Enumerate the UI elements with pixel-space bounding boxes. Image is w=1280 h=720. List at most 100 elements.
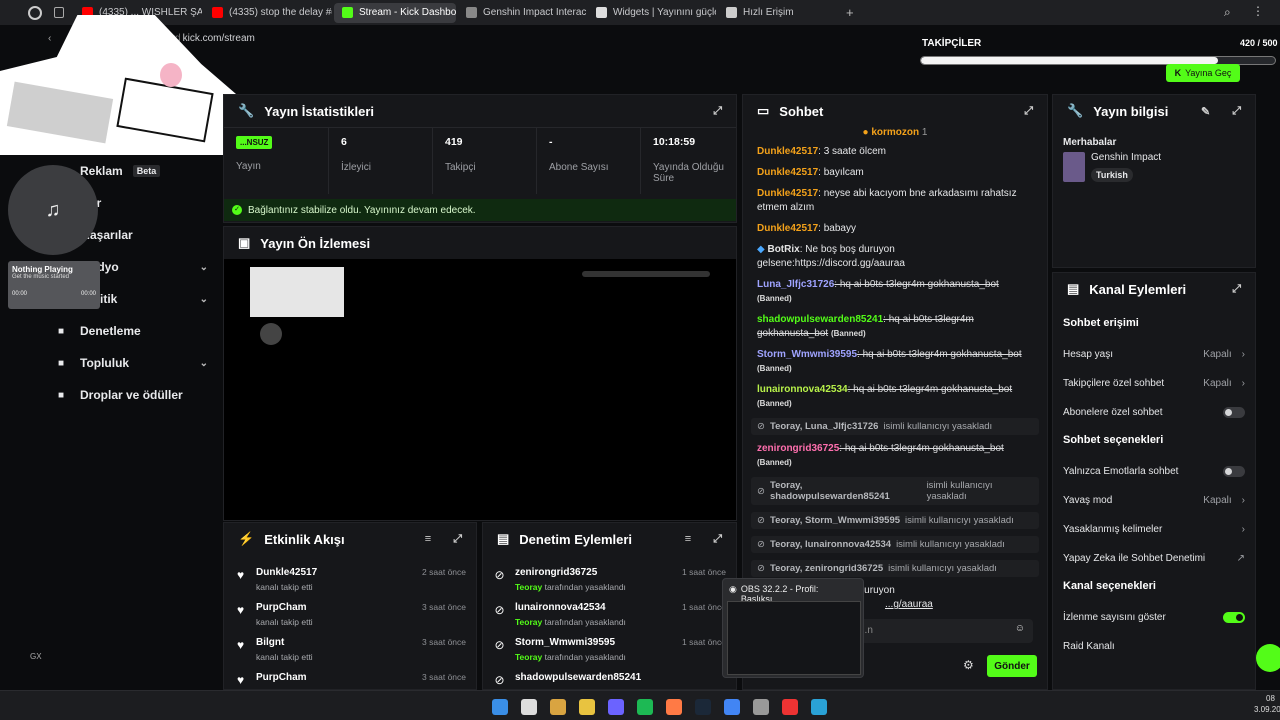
chat-message[interactable]: Dunkle42517: babayy <box>743 222 1047 236</box>
moderation-item[interactable]: ⊘ Storm_Wmwmi39595 Teoray tarafından yasak… <box>493 637 726 671</box>
option-toggle[interactable] <box>1223 611 1245 623</box>
category-name[interactable]: Genshin Impact <box>1091 152 1161 163</box>
taskbar-app-icon[interactable] <box>521 699 537 715</box>
channel-option-row[interactable]: İzlenme sayısını göster <box>1063 606 1245 628</box>
chat-message[interactable]: Storm_Wmwmi39595: hq ai b0ts t3legr4m go… <box>743 348 1047 376</box>
chat-username[interactable]: Dunkle42517 <box>757 223 818 234</box>
sidebar-item[interactable]: ■ Denetleme <box>58 324 208 338</box>
expand-icon[interactable]: ⤢ <box>1232 105 1241 118</box>
browser-tab[interactable]: (4335) stop the delay #ga <box>204 3 332 23</box>
taskbar-app-icon[interactable] <box>695 699 711 715</box>
moderation-item[interactable]: ⊘ shadowpulsewarden85241 <box>493 672 726 689</box>
channel-option-row[interactable]: Abonelere özel sohbet <box>1063 401 1245 423</box>
music-disc-icon[interactable]: ♫ <box>8 165 98 255</box>
chevron-right-icon[interactable]: › <box>1242 495 1245 506</box>
chevron-down-icon[interactable]: ⌄ <box>200 294 208 305</box>
browser-tab[interactable]: Widgets | Yayınını güçlend <box>588 3 716 23</box>
activity-item[interactable]: ♥ Bilgnt kanalı takip etti 3 saat önce <box>234 637 466 671</box>
taskbar-app-icon[interactable] <box>550 699 566 715</box>
expand-icon[interactable]: ⤢ <box>713 105 722 118</box>
option-toggle[interactable] <box>1223 465 1245 477</box>
taskbar-app-icon[interactable] <box>666 699 682 715</box>
chat-username[interactable]: shadowpulsewarden85241 <box>757 314 883 325</box>
chat-settings-icon[interactable]: ⚙ <box>963 658 974 672</box>
chat-message[interactable]: Dunkle42517: bayılcam <box>743 166 1047 180</box>
new-tab-icon[interactable]: + <box>846 5 854 20</box>
chat-username[interactable]: Luna_Jlfjc31726 <box>757 279 834 290</box>
chat-message[interactable]: Luna_Jlfjc31726: hq ai b0ts t3legr4m gok… <box>743 278 1047 306</box>
channel-option-row[interactable]: Raid Kanalı <box>1063 635 1245 657</box>
taskbar-app-icon[interactable] <box>637 699 653 715</box>
support-button[interactable] <box>1256 644 1280 672</box>
chevron-right-icon[interactable]: › <box>1242 378 1245 389</box>
chat-username[interactable]: zenirongrid36725 <box>757 443 839 454</box>
chat-message[interactable]: zenirongrid36725: hq ai b0ts t3legr4m go… <box>743 442 1047 470</box>
chat-username[interactable]: Storm_Wmwmi39595 <box>757 349 857 360</box>
heart-icon: ♥ <box>236 638 245 652</box>
expand-icon[interactable]: ⤢ <box>1232 283 1241 296</box>
chat-username[interactable]: Dunkle42517 <box>757 188 818 199</box>
url-host: kick.com/stream <box>182 32 255 44</box>
taskbar-app-icon[interactable] <box>579 699 595 715</box>
expand-icon[interactable]: ⤢ <box>453 533 462 546</box>
chevron-right-icon[interactable]: › <box>1242 349 1245 360</box>
activity-item[interactable]: ♥ PurpCham kanalı takip etti 3 saat önce <box>234 602 466 636</box>
chat-message[interactable]: shadowpulsewarden85241: hq ai b0ts t3leg… <box>743 313 1047 341</box>
option-value-wrap: Kapalı › <box>1203 378 1245 389</box>
chat-message[interactable]: Dunkle42517: 3 saate ölcem <box>743 145 1047 159</box>
chat-input[interactable]: ...n ☺ <box>851 619 1033 643</box>
search-icon[interactable]: ⌕ <box>1224 5 1231 20</box>
obs-taskbar-preview[interactable]: ◉ OBS 32.2.2 - Profil: Başlıksı... <box>722 578 864 678</box>
chat-message[interactable]: ◆ BotRix: Ne boş boş duruyon gelsene:htt… <box>743 243 1047 271</box>
moderation-item[interactable]: ⊘ zenirongrid36725 Teoray tarafından yasak… <box>493 567 726 601</box>
sidebar-item[interactable]: ■ Droplar ve ödüller <box>58 388 208 402</box>
chat-message[interactable]: Dunkle42517: neyse abi kacıyom bne arkad… <box>743 187 1047 215</box>
taskbar-app-icon[interactable] <box>608 699 624 715</box>
activity-desc: kanalı takip etti <box>256 652 313 662</box>
chat-message[interactable]: lunaironnova42534: hq ai b0ts t3legr4m g… <box>743 383 1047 411</box>
edit-icon[interactable]: ✎ <box>1201 105 1210 118</box>
filter-icon[interactable]: ≡ <box>685 533 691 545</box>
send-button[interactable]: Gönder <box>987 655 1037 677</box>
expand-icon[interactable]: ⤢ <box>713 533 722 546</box>
channel-option-row[interactable]: Yapay Zeka ile Sohbet Denetimi ↗ <box>1063 547 1245 569</box>
taskbar-app-icon[interactable] <box>724 699 740 715</box>
chevron-down-icon[interactable]: ⌄ <box>200 358 208 369</box>
emoji-icon[interactable]: ☺ <box>1015 623 1025 634</box>
chevron-down-icon[interactable]: ⌄ <box>200 262 208 273</box>
sidebar-item[interactable]: ■ Topluluk ⌄ <box>58 356 208 370</box>
taskbar-app-icon[interactable] <box>811 699 827 715</box>
browser-tab[interactable]: Hızlı Erişim <box>718 3 843 23</box>
pinned-user-bar[interactable]: ● kormozon 1 <box>743 127 1047 145</box>
system-message: ⊘ Teoray, shadowpulsewarden85241 isimli ku… <box>751 477 1039 505</box>
stat-label: Abone Sayısı <box>549 162 609 173</box>
chevron-right-icon[interactable]: › <box>1242 524 1245 535</box>
extensions-icon[interactable]: ⋮ <box>1252 4 1264 18</box>
filter-icon[interactable]: ≡ <box>425 533 431 545</box>
channel-option-row[interactable]: Yavaş mod Kapalı › <box>1063 489 1245 511</box>
external-link-icon[interactable]: ↗ <box>1237 553 1245 564</box>
go-live-button[interactable]: K Yayına Geç <box>1166 64 1240 82</box>
taskbar-app-icon[interactable] <box>753 699 769 715</box>
back-icon[interactable]: ‹ <box>48 33 51 44</box>
taskbar-app-icon[interactable] <box>782 699 798 715</box>
browser-tab[interactable]: Stream - Kick Dashboard <box>334 2 456 23</box>
browser-logo-icon[interactable] <box>28 5 42 20</box>
chat-username[interactable]: BotRix <box>767 244 799 255</box>
chat-username[interactable]: Dunkle42517 <box>757 146 818 157</box>
moderation-item[interactable]: ⊘ lunaironnova42534 Teoray tarafından yasa… <box>493 602 726 636</box>
chat-username[interactable]: Dunkle42517 <box>757 167 818 178</box>
sidebar-toggle-icon[interactable] <box>54 7 64 18</box>
browser-tab[interactable]: Genshin Impact Interactive <box>458 3 586 23</box>
option-toggle[interactable] <box>1223 406 1245 418</box>
chat-username[interactable]: lunaironnova42534 <box>757 384 848 395</box>
channel-option-row[interactable]: Takipçilere özel sohbet Kapalı › <box>1063 372 1245 394</box>
activity-item[interactable]: ♥ Dunkle42517 kanalı takip etti 2 saat önce <box>234 567 466 601</box>
channel-option-row[interactable]: Yalnızca Emotlarla sohbet <box>1063 460 1245 482</box>
expand-icon[interactable]: ⤢ <box>1024 105 1033 118</box>
taskbar-app-icon[interactable] <box>492 699 508 715</box>
activity-item[interactable]: ♥ PurpCham 3 saat önce <box>234 672 466 689</box>
channel-option-row[interactable]: Yasaklanmış kelimeler › <box>1063 518 1245 540</box>
channel-option-row[interactable]: Hesap yaşı Kapalı › <box>1063 343 1245 365</box>
windows-taskbar: 08 3.09.20 <box>0 690 1280 720</box>
